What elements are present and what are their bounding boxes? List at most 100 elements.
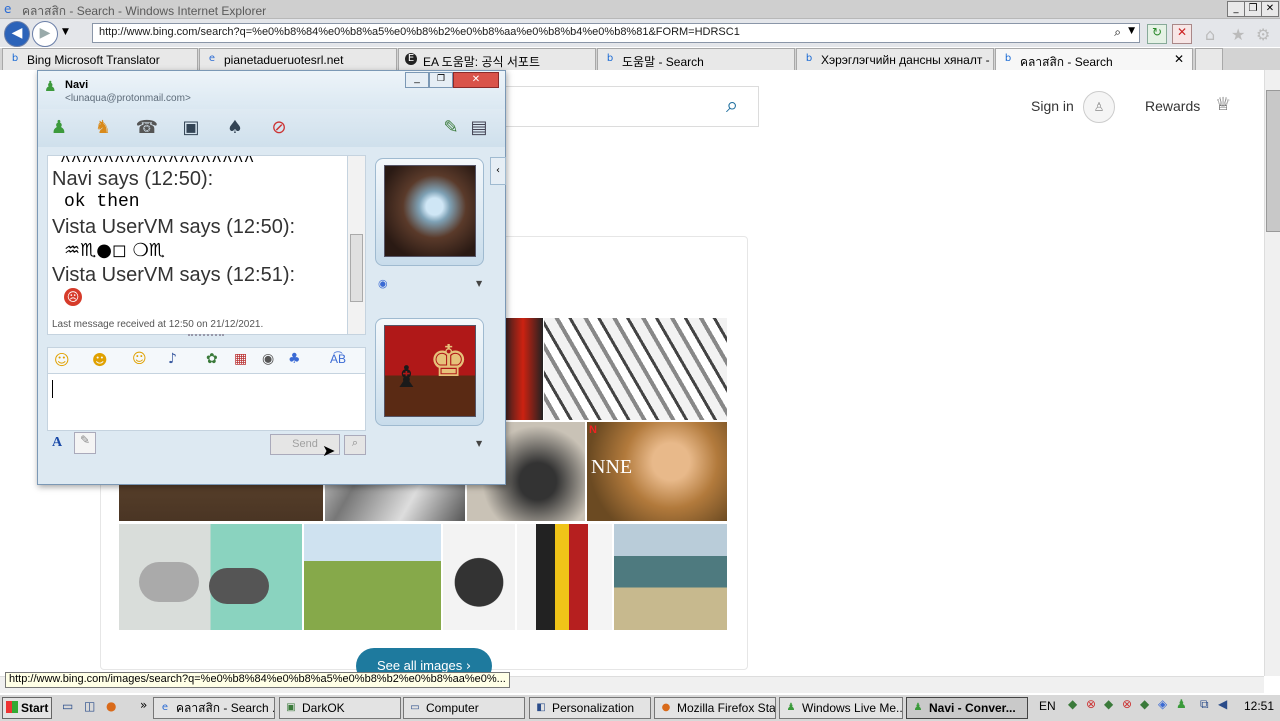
image-result[interactable] bbox=[443, 524, 515, 630]
address-dropdown-icon[interactable]: ▼ bbox=[1128, 26, 1135, 36]
close-button[interactable]: ✕ bbox=[1261, 1, 1279, 17]
taskbar-navi-conversation[interactable]: ♟ Navi - Conver... bbox=[906, 697, 1028, 719]
volume-icon[interactable]: ◀ bbox=[1218, 697, 1227, 711]
tab-help-search[interactable]: b 도움말 - Search bbox=[597, 48, 795, 70]
user-avatar-icon[interactable]: ♙ bbox=[1083, 91, 1115, 123]
tray-error-icon[interactable]: ⊗ bbox=[1122, 697, 1132, 711]
home-icon[interactable]: ⌂ bbox=[1205, 25, 1215, 44]
firefox-quicklaunch-icon[interactable]: ● bbox=[106, 699, 116, 713]
scrollbar-thumb[interactable] bbox=[350, 234, 363, 302]
mouse-cursor-icon: ➤ bbox=[322, 441, 336, 460]
image-result[interactable] bbox=[304, 524, 441, 630]
message-input[interactable] bbox=[47, 373, 366, 431]
search-icon[interactable]: ⌕ bbox=[344, 435, 366, 455]
back-icon[interactable]: ◀ bbox=[4, 21, 30, 47]
wink-gift-icon[interactable]: ✿ bbox=[206, 351, 218, 367]
background-icon[interactable]: ▦ bbox=[234, 351, 247, 367]
clock[interactable]: 12:51 bbox=[1244, 699, 1274, 713]
msn-minimize-button[interactable]: _ bbox=[405, 72, 429, 88]
show-desktop-icon[interactable]: ▭ bbox=[62, 699, 73, 713]
tab-bing-translator[interactable]: b Bing Microsoft Translator bbox=[2, 48, 198, 70]
menu-options-icon[interactable]: ▤ bbox=[466, 116, 492, 140]
share-files-icon[interactable]: ♞ bbox=[90, 116, 116, 140]
scrollbar-thumb[interactable] bbox=[1266, 90, 1280, 232]
search-icon[interactable]: ⌕ bbox=[1114, 25, 1121, 40]
taskbar-ie-window[interactable]: e คลาสสิก - Search ... bbox=[153, 697, 275, 719]
handwriting-icon[interactable]: ✎ bbox=[74, 432, 96, 454]
stop-icon[interactable]: ✕ bbox=[1172, 24, 1192, 44]
tray-icon[interactable]: ◆ bbox=[1068, 697, 1077, 711]
firefox-icon: ● bbox=[661, 702, 671, 713]
tray-icon[interactable]: ◆ bbox=[1104, 697, 1113, 711]
webcam-icon[interactable]: ◉ bbox=[378, 277, 388, 290]
image-result[interactable] bbox=[614, 524, 727, 630]
font-icon[interactable]: A bbox=[52, 435, 62, 451]
vertical-scrollbar[interactable] bbox=[1264, 70, 1280, 676]
new-tab-button[interactable] bbox=[1195, 48, 1223, 70]
chevron-down-icon[interactable]: ▼ bbox=[476, 439, 482, 448]
quicklaunch-overflow-icon[interactable]: » bbox=[140, 698, 147, 712]
my-display-picture[interactable]: ♚ ♝ bbox=[375, 318, 484, 426]
start-label: Start bbox=[21, 701, 49, 715]
games-icon[interactable]: ♠ bbox=[222, 116, 248, 140]
brush-icon[interactable]: ✎ bbox=[438, 116, 464, 140]
ie-logo-icon: e bbox=[4, 2, 12, 16]
taskbar-personalization[interactable]: ◧ Personalization bbox=[529, 697, 651, 719]
tab-classic-search[interactable]: b คลาสสิก - Search ✕ bbox=[995, 48, 1193, 70]
taskbar-darkok[interactable]: ▣ DarkOK bbox=[279, 697, 401, 719]
restore-button[interactable]: ❐ bbox=[1244, 1, 1262, 17]
refresh-icon[interactable]: ↻ bbox=[1147, 24, 1167, 44]
rewards-link[interactable]: Rewards bbox=[1145, 98, 1200, 114]
address-bar[interactable]: http://www.bing.com/search?q=%e0%b8%84%e… bbox=[92, 23, 1140, 43]
image-result[interactable] bbox=[544, 318, 727, 420]
tray-icon[interactable]: ◈ bbox=[1158, 697, 1167, 711]
favorites-icon[interactable]: ★ bbox=[1231, 25, 1245, 44]
settings-gear-icon[interactable]: ⚙ bbox=[1256, 25, 1270, 44]
invite-contact-icon[interactable]: ♟ bbox=[46, 116, 72, 140]
history-dropdown-icon[interactable]: ▼ bbox=[62, 27, 69, 37]
network-icon[interactable]: ⧉ bbox=[1200, 697, 1209, 712]
taskbar-windows-live[interactable]: ♟ Windows Live Me... bbox=[779, 697, 903, 719]
tray-icon[interactable]: ◆ bbox=[1140, 697, 1149, 711]
collapse-panel-button[interactable]: ‹ bbox=[490, 157, 506, 185]
tab-close-icon[interactable]: ✕ bbox=[1174, 52, 1184, 66]
start-button[interactable]: Start bbox=[2, 697, 52, 719]
minimize-button[interactable]: _ bbox=[1227, 1, 1245, 17]
voice-clip-icon[interactable]: ♪ bbox=[168, 351, 177, 367]
image-result[interactable] bbox=[517, 524, 612, 630]
taskbar-computer[interactable]: ▭ Computer bbox=[403, 697, 525, 719]
trophy-icon[interactable]: ♕ bbox=[1215, 94, 1231, 115]
image-result[interactable] bbox=[119, 524, 302, 630]
resize-grip[interactable] bbox=[188, 334, 224, 342]
taskbar-label: Mozilla Firefox Sta... bbox=[677, 701, 776, 715]
msn-close-button[interactable]: ✕ bbox=[453, 72, 499, 88]
tab-account-control[interactable]: b Хэрэглэгчийн дансны хяналт - ... bbox=[796, 48, 994, 70]
sign-in-link[interactable]: Sign in bbox=[1031, 98, 1074, 114]
taskbar-firefox[interactable]: ● Mozilla Firefox Sta... bbox=[654, 697, 776, 719]
msn-maximize-button[interactable]: ❐ bbox=[429, 72, 453, 88]
tray-error-icon[interactable]: ⊗ bbox=[1086, 697, 1096, 711]
video-call-icon[interactable]: ▣ bbox=[178, 116, 204, 140]
games-icon[interactable]: ♣ bbox=[288, 351, 301, 367]
translate-icon[interactable]: A͡B bbox=[330, 352, 346, 366]
call-icon[interactable]: ☎ bbox=[134, 116, 160, 140]
wink-icon[interactable]: ☻ bbox=[92, 351, 108, 369]
nudge-icon[interactable]: ◉ bbox=[262, 351, 274, 367]
messenger-tray-icon[interactable]: ♟ bbox=[1176, 697, 1187, 711]
image-result[interactable] bbox=[503, 318, 543, 420]
chevron-down-icon[interactable]: ▼ bbox=[476, 279, 482, 288]
emoticon-icon[interactable]: ☺ bbox=[54, 351, 70, 369]
conversation-scrollbar[interactable] bbox=[347, 155, 366, 335]
tab-pianeta[interactable]: e pianetadueruotesrl.net bbox=[199, 48, 397, 70]
language-indicator[interactable]: EN bbox=[1039, 699, 1056, 713]
image-result[interactable]: N NNE bbox=[587, 422, 727, 521]
search-icon[interactable]: ⌕ bbox=[726, 93, 738, 118]
contact-display-picture[interactable] bbox=[375, 158, 484, 266]
tab-ea-help[interactable]: E EA 도움말: 공식 서포트 bbox=[398, 48, 596, 70]
ie-quicklaunch-icon[interactable]: ◫ bbox=[84, 699, 95, 713]
block-contact-icon[interactable]: ⊘ bbox=[266, 116, 292, 140]
forward-icon[interactable]: ▶ bbox=[32, 21, 58, 47]
message-text: ok then bbox=[64, 192, 140, 212]
address-url: http://www.bing.com/search?q=%e0%b8%84%e… bbox=[99, 26, 740, 38]
animated-emoticon-icon[interactable]: ☺ bbox=[132, 351, 147, 367]
